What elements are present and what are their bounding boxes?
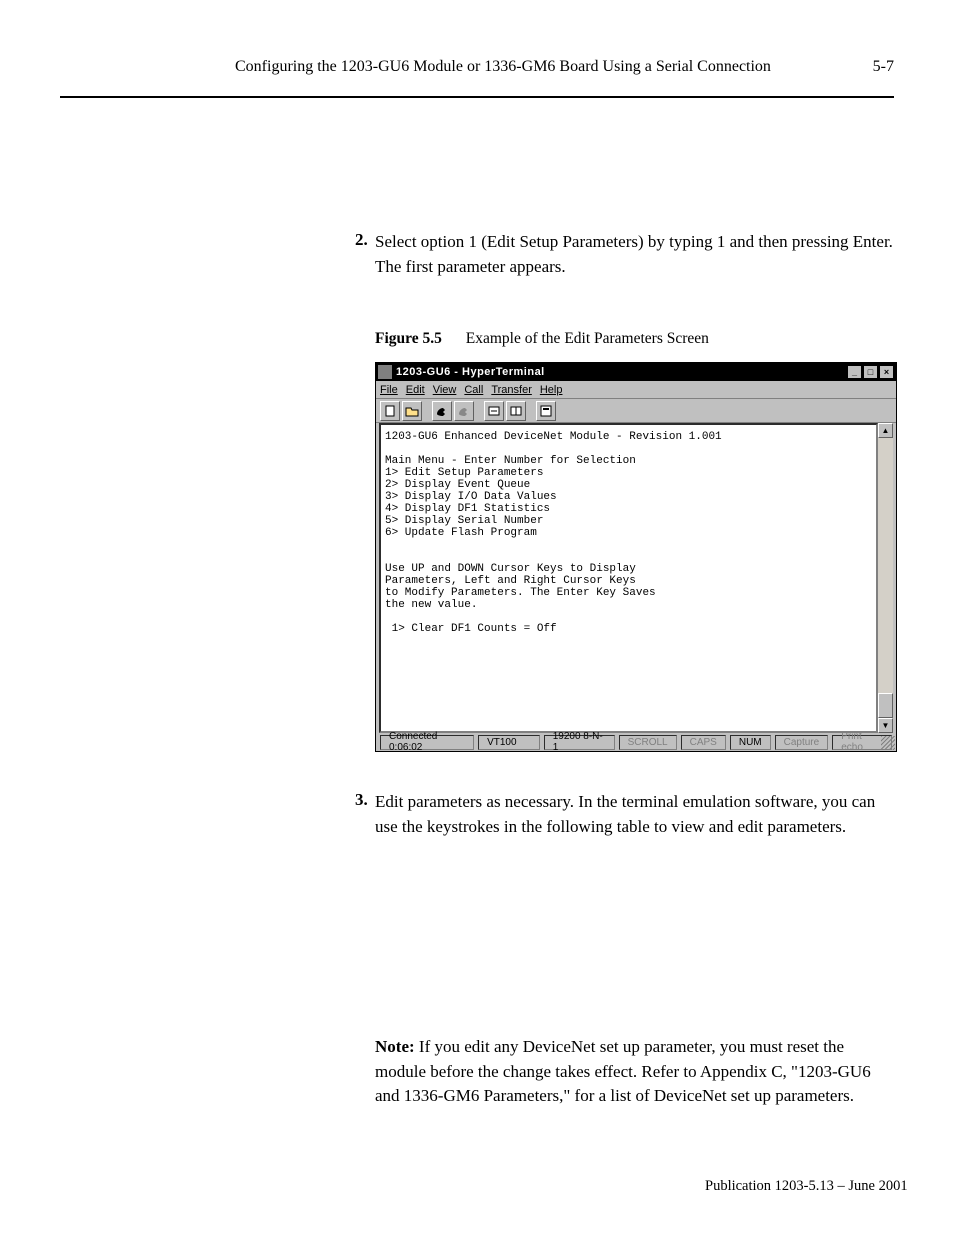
step-3-text: Edit parameters as necessary. In the ter… <box>375 790 895 839</box>
status-scroll: SCROLL <box>619 735 677 750</box>
status-num: NUM <box>730 735 771 750</box>
status-emulation: VT100 <box>478 735 540 750</box>
running-head: Configuring the 1203-GU6 Module or 1336-… <box>235 58 771 76</box>
terminal-output[interactable]: 1203-GU6 Enhanced DeviceNet Module - Rev… <box>379 423 878 733</box>
app-icon <box>378 365 392 379</box>
open-icon[interactable] <box>402 401 422 421</box>
properties-icon[interactable] <box>536 401 556 421</box>
status-line: 19200 8-N-1 <box>544 735 615 750</box>
window-title: 1203-GU6 - HyperTerminal <box>396 366 846 378</box>
statusbar: Connected 0:06:02 VT100 19200 8-N-1 SCRO… <box>376 733 896 751</box>
note-label: Note: <box>375 1037 415 1056</box>
menubar[interactable]: File Edit View Call Transfer Help <box>376 381 896 399</box>
step-number-2: 2. <box>355 230 368 250</box>
menu-call[interactable]: Call <box>464 384 483 396</box>
scroll-thumb[interactable] <box>878 693 893 718</box>
menu-edit[interactable]: Edit <box>406 384 425 396</box>
header-rule <box>60 96 894 98</box>
scrollbar[interactable]: ▲ ▼ <box>878 423 893 733</box>
step-2-text: Select option 1 (Edit Setup Parameters) … <box>375 230 895 279</box>
page-number: 5-7 <box>873 58 894 76</box>
toolbar <box>376 399 896 423</box>
scroll-track[interactable] <box>878 438 893 718</box>
titlebar[interactable]: 1203-GU6 - HyperTerminal _ □ × <box>376 363 896 381</box>
receive-icon[interactable] <box>506 401 526 421</box>
publication-footer: Publication 1203-5.13 – June 2001 <box>705 1178 908 1195</box>
menu-help[interactable]: Help <box>540 384 563 396</box>
status-capture: Capture <box>775 735 829 750</box>
status-connected: Connected 0:06:02 <box>380 735 474 750</box>
figure-caption: Figure 5.5 Example of the Edit Parameter… <box>375 330 709 348</box>
menu-view[interactable]: View <box>433 384 457 396</box>
hyperterminal-window: 1203-GU6 - HyperTerminal _ □ × File Edit… <box>375 362 897 752</box>
terminal-area: 1203-GU6 Enhanced DeviceNet Module - Rev… <box>379 423 893 733</box>
send-icon[interactable] <box>484 401 504 421</box>
minimize-button[interactable]: _ <box>847 365 862 379</box>
figure-title: Example of the Edit Parameters Screen <box>466 330 709 347</box>
new-icon[interactable] <box>380 401 400 421</box>
maximize-button[interactable]: □ <box>863 365 878 379</box>
menu-file[interactable]: File <box>380 384 398 396</box>
note-block: Note: If you edit any DeviceNet set up p… <box>375 1035 895 1109</box>
status-caps: CAPS <box>681 735 726 750</box>
note-text: If you edit any DeviceNet set up paramet… <box>375 1037 871 1105</box>
close-button[interactable]: × <box>879 365 894 379</box>
scroll-up-icon[interactable]: ▲ <box>878 423 893 438</box>
disconnect-icon[interactable] <box>454 401 474 421</box>
figure-number: Figure 5.5 <box>375 330 442 347</box>
step-number-3: 3. <box>355 790 368 810</box>
menu-transfer[interactable]: Transfer <box>491 384 532 396</box>
connect-icon[interactable] <box>432 401 452 421</box>
resize-grip-icon[interactable] <box>881 736 895 750</box>
